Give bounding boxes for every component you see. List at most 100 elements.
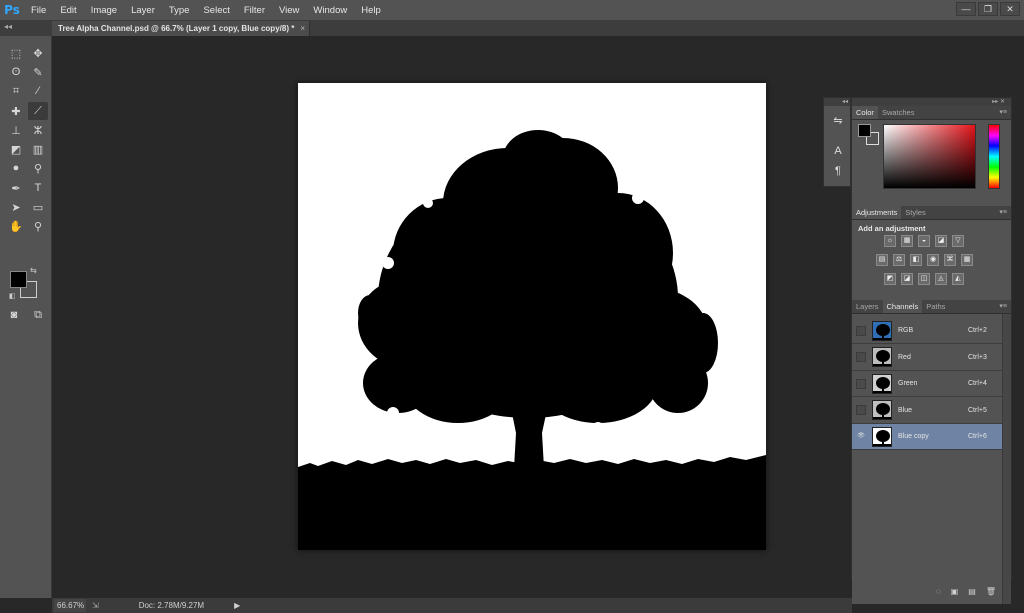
tab-color[interactable]: Color (852, 106, 878, 119)
adjustment-row3-2-icon[interactable]: ◫ (918, 273, 930, 285)
gradient-tool-icon[interactable]: ▥ (28, 140, 48, 158)
dock-titlebar[interactable]: ▸▸ ✕ (852, 98, 1011, 106)
close-button[interactable]: ✕ (1000, 2, 1020, 16)
visibility-eye-icon[interactable]: 👁 (856, 432, 866, 442)
blur-tool-icon[interactable]: ● (6, 159, 26, 177)
menu-type[interactable]: Type (162, 0, 197, 21)
menu-edit[interactable]: Edit (53, 0, 83, 21)
tab-adjustments[interactable]: Adjustments (852, 206, 902, 219)
swap-colors-icon[interactable]: ⇆ (30, 266, 37, 275)
adjustment-row2-4-icon[interactable]: ⌘ (944, 254, 956, 266)
tab-swatches[interactable]: Swatches (878, 106, 919, 119)
adjustment-row3-1-icon[interactable]: ◪ (901, 273, 913, 285)
default-colors-icon[interactable]: ◧ (9, 292, 16, 300)
type-tool-icon[interactable]: T (28, 179, 48, 197)
menu-help[interactable]: Help (354, 0, 388, 21)
visibility-eye-icon[interactable] (856, 352, 866, 362)
adjustment-row2-0-icon[interactable]: ▤ (876, 254, 888, 266)
save-selection-icon[interactable]: ▣ (951, 587, 959, 596)
marquee-tool-icon[interactable]: ⬚ (6, 44, 26, 62)
channel-name: RGB (898, 327, 914, 334)
channel-row-red[interactable]: Red Ctrl+3 (852, 345, 1002, 371)
photoshop-logo-icon[interactable]: Ps (0, 0, 24, 21)
adjustments-panel-tabs: Adjustments Styles ▾≡ (852, 206, 1011, 220)
tab-channels[interactable]: Channels (882, 300, 923, 313)
history-brush-tool-icon[interactable]: ⵣ (28, 121, 48, 139)
tab-styles[interactable]: Styles (901, 206, 929, 219)
paragraph-panel-icon[interactable]: ¶ (831, 164, 845, 178)
delete-channel-icon[interactable]: 🗑 (986, 587, 996, 596)
document-tab-close-icon[interactable]: × (300, 21, 305, 36)
document-tab[interactable]: Tree Alpha Channel.psd @ 66.7% (Layer 1 … (52, 21, 310, 36)
eyedropper-tool-icon[interactable]: ⁄ (28, 82, 48, 100)
adjustment-row2-3-icon[interactable]: ◉ (927, 254, 939, 266)
adjustment-row3-4-icon[interactable]: ◭ (952, 273, 964, 285)
adjustment-row1-1-icon[interactable]: ▦ (901, 235, 913, 247)
menu-layer[interactable]: Layer (124, 0, 162, 21)
zoom-level-field[interactable]: 66.67% (54, 599, 86, 612)
brush-presets-icon[interactable]: ⇋ (831, 114, 845, 128)
menu-file[interactable]: File (24, 0, 53, 21)
menu-filter[interactable]: Filter (237, 0, 272, 21)
adjustment-row3-3-icon[interactable]: ◬ (935, 273, 947, 285)
move-tool-icon[interactable]: ✥ (28, 44, 48, 62)
export-icon[interactable]: ⇲ (92, 601, 99, 610)
adjustment-row3-0-icon[interactable]: ◩ (884, 273, 896, 285)
color-picker-field[interactable] (883, 124, 976, 189)
adjustment-row2-1-icon[interactable]: ⚖ (893, 254, 905, 266)
hand-tool-icon[interactable]: ✋ (6, 217, 26, 235)
adjustment-row1-0-icon[interactable]: ☼ (884, 235, 896, 247)
character-panel-icon[interactable]: A (831, 144, 845, 158)
channel-row-green[interactable]: Green Ctrl+4 (852, 371, 1002, 397)
channel-row-blue-copy[interactable]: 👁 Blue copy Ctrl+6 (852, 424, 1002, 450)
channel-row-blue[interactable]: Blue Ctrl+5 (852, 398, 1002, 424)
screen-mode-icon[interactable]: ⧉ (28, 306, 48, 324)
channel-thumbnail (872, 347, 892, 367)
restore-button[interactable]: ❐ (978, 2, 998, 16)
menu-image[interactable]: Image (84, 0, 124, 21)
menu-select[interactable]: Select (196, 0, 236, 21)
brush-tool-icon[interactable]: ⟋ (28, 102, 48, 120)
channel-shortcut: Ctrl+4 (968, 380, 987, 387)
document-canvas[interactable] (298, 83, 766, 550)
foreground-color-swatch-tool[interactable] (10, 271, 27, 288)
adjustment-row1-3-icon[interactable]: ◪ (935, 235, 947, 247)
adjustment-row2-5-icon[interactable]: ▦ (961, 254, 973, 266)
menu-view[interactable]: View (272, 0, 306, 21)
adjustments-panel-menu-icon[interactable]: ▾≡ (999, 206, 1007, 220)
collapse-tools-icon[interactable]: ◂◂ (4, 22, 12, 31)
new-channel-icon[interactable]: ▤ (968, 587, 976, 596)
path-select-tool-icon[interactable]: ➤ (6, 198, 26, 216)
visibility-eye-icon[interactable] (856, 325, 866, 336)
adjustment-row1-4-icon[interactable]: ▽ (952, 235, 964, 247)
foreground-color-swatch[interactable] (858, 124, 871, 137)
eraser-tool-icon[interactable]: ◩ (6, 140, 26, 158)
minimize-button[interactable]: — (956, 2, 976, 16)
tab-layers[interactable]: Layers (852, 300, 883, 313)
status-menu-arrow-icon[interactable]: ▶ (234, 601, 240, 610)
pen-tool-icon[interactable]: ✒ (6, 179, 26, 197)
adjustment-row1-2-icon[interactable]: ◒ (918, 235, 930, 247)
mini-dock-titlebar[interactable]: ◂◂ (824, 98, 850, 106)
tab-paths[interactable]: Paths (922, 300, 949, 313)
stamp-tool-icon[interactable]: ⊥ (6, 121, 26, 139)
quick-select-tool-icon[interactable]: ✎ (28, 63, 48, 81)
zoom-tool-icon[interactable]: ⚲ (28, 217, 48, 235)
color-panel-menu-icon[interactable]: ▾≡ (999, 106, 1007, 120)
hue-slider[interactable] (988, 124, 1000, 189)
crop-tool-icon[interactable]: ⌗ (6, 82, 26, 100)
channels-scrollbar[interactable] (1002, 314, 1011, 604)
menu-bar: Ps File Edit Image Layer Type Select Fil… (0, 0, 1024, 21)
dodge-tool-icon[interactable]: ⚲ (28, 159, 48, 177)
adjustment-row2-2-icon[interactable]: ◧ (910, 254, 922, 266)
shape-tool-icon[interactable]: ▭ (28, 198, 48, 216)
channels-panel-menu-icon[interactable]: ▾≡ (999, 300, 1007, 314)
load-selection-icon[interactable]: ◌ (936, 587, 941, 596)
channel-row-rgb[interactable]: RGB Ctrl+2 (852, 318, 1002, 344)
menu-window[interactable]: Window (306, 0, 354, 21)
visibility-eye-icon[interactable] (856, 405, 866, 415)
lasso-tool-icon[interactable]: ʘ (6, 63, 26, 81)
visibility-eye-icon[interactable] (856, 378, 866, 389)
spot-heal-tool-icon[interactable]: ✚ (6, 102, 26, 120)
quick-mask-icon[interactable]: ◙ (4, 306, 24, 324)
